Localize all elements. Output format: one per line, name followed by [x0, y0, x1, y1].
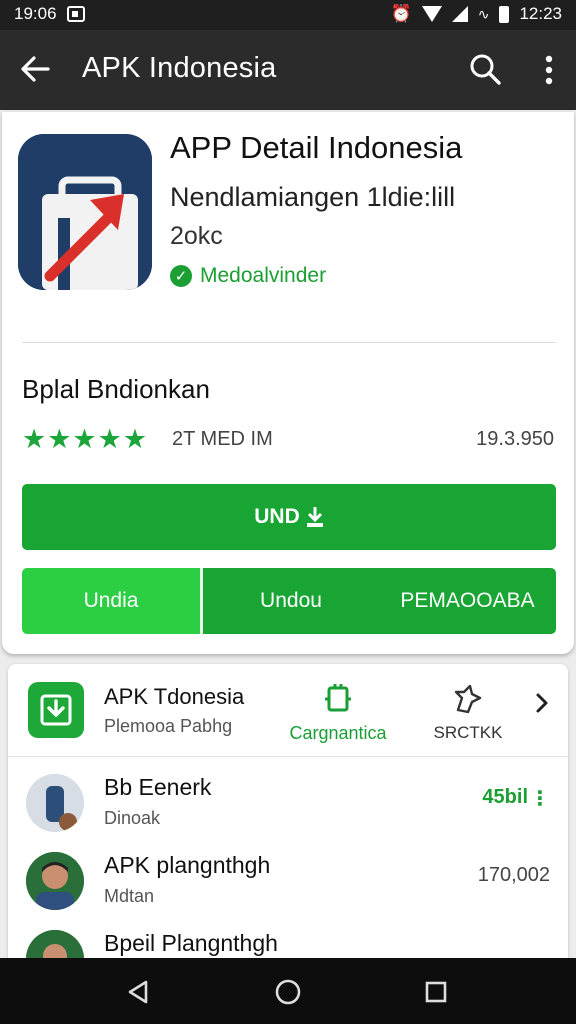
- download-app-icon[interactable]: [28, 682, 84, 738]
- more-vert-icon[interactable]: ⋮: [530, 786, 550, 811]
- app-title: APP Detail Indonesia: [170, 130, 463, 165]
- mini-card-title: APK Tdonesia: [104, 684, 245, 709]
- list-item[interactable]: APK plangnthgh Mdtan 170,002: [8, 842, 568, 918]
- app-bar-title: APK Indonesia: [82, 52, 277, 84]
- home-nav-icon[interactable]: [274, 978, 302, 1006]
- list-item[interactable]: Bb Eenerk Dinoak 45bil ⋮: [8, 764, 568, 840]
- status-bar: 19:06 ⏰ ∿ 12:23: [0, 0, 576, 30]
- undia-button[interactable]: Undia: [22, 568, 200, 634]
- status-time-left: 19:06: [14, 4, 57, 23]
- related-card: APK Tdonesia Plemooa Pabhg Cargnantica S…: [8, 664, 568, 988]
- save-icon: [325, 684, 351, 712]
- save-action[interactable]: Cargnantica: [286, 684, 390, 744]
- download-icon: [306, 507, 323, 527]
- chevron-right-icon[interactable]: [534, 692, 550, 714]
- system-nav-bar: [0, 958, 576, 1024]
- share-action[interactable]: SRCTKK: [428, 684, 508, 743]
- rating-stars: ★★★★★: [22, 424, 149, 454]
- share-icon: [454, 684, 482, 714]
- version-stat: 19.3.950: [476, 428, 554, 450]
- verified-label: Medoalvinder: [200, 264, 327, 287]
- divider: [8, 756, 568, 757]
- section-title: Bplal Bndionkan: [22, 374, 210, 404]
- list-item-value: 170,002: [477, 864, 550, 886]
- list-item-name: Bpeil Plangnthgh: [104, 930, 278, 956]
- app-bar: APK Indonesia: [0, 30, 576, 110]
- wifi-icon: [421, 6, 442, 22]
- list-item-name: Bb Eenerk: [104, 774, 212, 800]
- app-detail-card: APP Detail Indonesia Nendlamiangen 1ldie…: [2, 112, 574, 654]
- avatar: [26, 774, 84, 832]
- list-item-value: 45bil: [482, 786, 528, 808]
- more-vert-icon[interactable]: [544, 54, 554, 86]
- back-arrow-icon[interactable]: [18, 52, 52, 86]
- vibrate-icon: ∿: [477, 5, 490, 22]
- app-developer: Nendlamiangen 1ldie:lill: [170, 182, 456, 212]
- pemaooaba-button[interactable]: PEMAOOABA: [379, 589, 556, 613]
- check-circle-icon: ✓: [170, 265, 192, 287]
- recents-nav-icon[interactable]: [422, 978, 450, 1006]
- battery-icon: [499, 5, 510, 23]
- undia-button-label: Undia: [83, 589, 139, 612]
- status-time-right: 12:23: [519, 4, 562, 23]
- list-item-sub: Dinoak: [104, 808, 161, 828]
- app-logo-icon: [18, 134, 152, 290]
- share-action-label: SRCTKK: [433, 723, 503, 742]
- back-nav-icon[interactable]: [124, 978, 152, 1006]
- split-button: Undou PEMAOOABA: [203, 568, 556, 634]
- search-icon[interactable]: [468, 52, 502, 86]
- divider: [22, 342, 556, 343]
- notification-icon: [66, 6, 85, 22]
- app-size: 2okc: [170, 222, 223, 250]
- list-item-sub: Mdtan: [104, 886, 155, 906]
- download-button-label: UND: [254, 505, 300, 528]
- alarm-icon: ⏰: [390, 4, 412, 23]
- list-item-name: APK plangnthgh: [104, 852, 271, 878]
- download-button[interactable]: UND: [22, 484, 556, 550]
- action-button-row: Undia Undou PEMAOOABA: [22, 568, 556, 634]
- save-action-label: Cargnantica: [289, 723, 387, 743]
- avatar: [26, 852, 84, 910]
- mini-card-subtitle: Plemooa Pabhg: [104, 716, 233, 736]
- signal-icon: [451, 6, 468, 22]
- undou-button[interactable]: Undou: [203, 589, 379, 613]
- downloads-stat: 2T MED IM: [172, 428, 273, 450]
- verified-badge: ✓ Medoalvinder: [170, 264, 326, 288]
